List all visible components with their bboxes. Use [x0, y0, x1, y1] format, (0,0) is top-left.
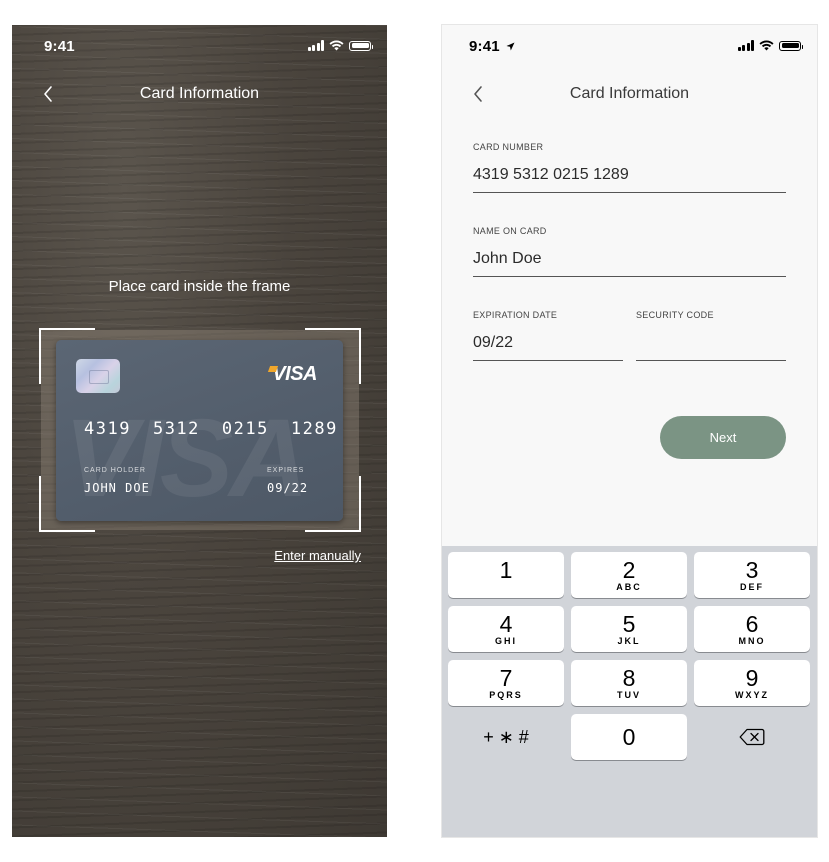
page-title: Card Information [569, 85, 690, 102]
scan-frame: VISA VISA 4319 5312 0215 1289 CARD HOLDE… [39, 328, 361, 532]
status-icons [737, 40, 803, 51]
key-6[interactable]: 6 MNO [694, 606, 810, 652]
status-bar: 9:41 [442, 25, 817, 69]
nav-bar: Card Information [442, 69, 817, 119]
key-1[interactable]: 1 [448, 552, 564, 598]
key-8[interactable]: 8 TUV [571, 660, 687, 706]
page-title: Card Information [139, 85, 260, 102]
scan-instruction: Place card inside the frame [108, 278, 291, 295]
card-number-group: 0215 [221, 419, 269, 439]
scan-screen: 9:41 Card Information Place card inside … [12, 25, 387, 837]
key-0[interactable]: 0 [571, 714, 687, 760]
card-number-group: 5312 [152, 419, 200, 439]
key-7[interactable]: 7 PQRS [448, 660, 564, 706]
card-number-field[interactable]: CARD NUMBER 4319 5312 0215 1289 [473, 142, 786, 193]
expiration-date-value[interactable]: 09/22 [473, 334, 513, 352]
status-icons [307, 40, 373, 51]
card-holder-label: CARD HOLDER [84, 467, 146, 474]
signal-icon [737, 40, 754, 51]
key-3[interactable]: 3 DEF [694, 552, 810, 598]
delete-button[interactable] [694, 714, 810, 760]
nav-bar: Card Information [12, 69, 387, 119]
frame-corner [39, 328, 95, 384]
frame-corner [305, 328, 361, 384]
next-button[interactable]: Next [660, 416, 786, 459]
name-on-card-value[interactable]: John Doe [473, 250, 542, 268]
card-expires-value: 09/22 [267, 481, 309, 495]
battery-icon [349, 40, 373, 51]
security-code-field[interactable]: SECURITY CODE [636, 310, 786, 361]
card-number: 4319 5312 0215 1289 [84, 419, 338, 439]
location-arrow-icon [506, 42, 515, 51]
numeric-keypad: 1 2 ABC 3 DEF 4 GHI 5 JKL 6 MNO 7 PQRS 8 TUV 9W… [442, 546, 817, 837]
card-number-group: 4319 [84, 419, 131, 439]
expiration-date-field[interactable]: EXPIRATION DATE 09/22 [473, 310, 623, 361]
frame-corner [305, 476, 361, 532]
wifi-icon [329, 40, 344, 51]
security-code-label: SECURITY CODE [636, 310, 714, 320]
battery-icon [779, 40, 803, 51]
card-number-label: CARD NUMBER [473, 142, 544, 152]
name-on-card-label: NAME ON CARD [473, 226, 547, 236]
card-number-value[interactable]: 4319 5312 0215 1289 [473, 166, 629, 184]
form-screen: 9:41 Card Information CARD NUMBER 4319 5… [442, 25, 817, 837]
expiration-date-label: EXPIRATION DATE [473, 310, 558, 320]
status-bar: 9:41 [12, 25, 387, 69]
frame-corner [39, 476, 95, 532]
status-time: 9:41 [44, 38, 75, 55]
key-2[interactable]: 2 ABC [571, 552, 687, 598]
key-9[interactable]: 9 WXYZ [694, 660, 810, 706]
key-4[interactable]: 4 GHI [448, 606, 564, 652]
card-number-group: 1289 [290, 419, 338, 439]
status-time: 9:41 [469, 38, 515, 55]
key-symbols[interactable]: + ∗ # [448, 714, 564, 760]
card-expires-label: EXPIRES [267, 467, 305, 474]
name-on-card-field[interactable]: NAME ON CARD John Doe [473, 226, 786, 277]
credit-card: VISA VISA 4319 5312 0215 1289 CARD HOLDE… [56, 340, 343, 521]
key-5[interactable]: 5 JKL [571, 606, 687, 652]
backspace-icon [739, 728, 765, 746]
enter-manually-link[interactable]: Enter manually [274, 548, 361, 563]
signal-icon [307, 40, 324, 51]
wifi-icon [759, 40, 774, 51]
